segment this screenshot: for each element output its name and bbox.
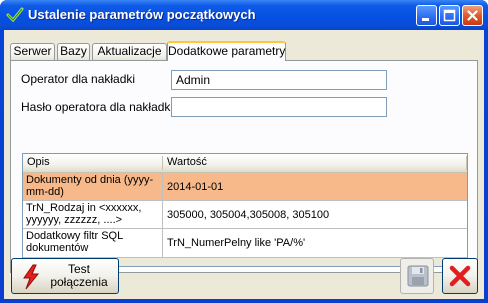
close-button[interactable]: [462, 5, 483, 26]
close-icon: [467, 10, 478, 21]
window-title: Ustalenie parametrów początkowych: [28, 7, 256, 22]
grid-cell-value[interactable]: TrN_NumerPelny like 'PA/%': [163, 229, 467, 257]
grid-cell-desc: Dokumenty od dnia (yyyy-mm-dd): [23, 173, 163, 200]
grid-row[interactable]: Dokumenty od dnia (yyyy-mm-dd) 2014-01-0…: [23, 173, 467, 201]
cancel-x-icon: [449, 265, 471, 287]
cancel-button[interactable]: [442, 258, 478, 294]
app-icon: [6, 7, 24, 23]
column-separator: [466, 156, 467, 170]
dialog-window: Ustalenie parametrów początkowych Serwer…: [0, 0, 488, 303]
parameters-grid: Opis Wartość Dokumenty od dnia (yyyy-mm-…: [22, 153, 468, 267]
grid-cell-value[interactable]: 305000, 305004,305008, 305100: [163, 201, 467, 228]
tab-panel-dodatkowe-parametry: Operator dla nakładki Admin Hasło operat…: [10, 60, 478, 273]
column-header-opis[interactable]: Opis: [27, 156, 50, 168]
minimize-button[interactable]: [416, 5, 437, 26]
dialog-client-area: Serwer Bazy Aktualizacje Dodatkowe param…: [4, 30, 484, 299]
title-bar[interactable]: Ustalenie parametrów początkowych: [0, 0, 488, 30]
grid-row[interactable]: TrN_Rodzaj in <xxxxxx, yyyyyy, zzzzzz, .…: [23, 201, 467, 229]
floppy-disk-icon: [407, 265, 429, 287]
grid-row[interactable]: Dodatkowy filtr SQL dokumentów TrN_Numer…: [23, 229, 467, 258]
grid-cell-value[interactable]: 2014-01-01: [163, 173, 467, 200]
operator-input[interactable]: Admin: [171, 70, 387, 90]
save-button[interactable]: [400, 258, 434, 294]
tab-aktualizacje[interactable]: Aktualizacje: [92, 43, 167, 60]
maximize-button[interactable]: [439, 5, 460, 26]
column-separator: [162, 156, 163, 170]
tab-dodatkowe-parametry[interactable]: Dodatkowe parametry: [167, 41, 286, 61]
operator-label: Operator dla nakładki: [21, 72, 136, 86]
test-connection-line1: Test: [67, 262, 90, 276]
password-label: Hasło operatora dla nakładki: [21, 100, 174, 114]
test-connection-button[interactable]: Test połączenia: [11, 258, 119, 294]
password-input[interactable]: [171, 97, 387, 117]
column-header-wartosc[interactable]: Wartość: [167, 156, 207, 168]
minimize-icon: [422, 18, 429, 21]
grid-header: Opis Wartość: [23, 154, 467, 173]
tab-bazy[interactable]: Bazy: [57, 43, 90, 60]
grid-cell-desc: TrN_Rodzaj in <xxxxxx, yyyyyy, zzzzzz, .…: [23, 201, 163, 228]
tab-serwer[interactable]: Serwer: [10, 43, 55, 60]
test-connection-line2: połączenia: [50, 275, 108, 289]
lightning-icon: [23, 264, 40, 290]
maximize-icon: [443, 9, 456, 22]
test-connection-label: Test połączenia: [42, 263, 116, 289]
grid-cell-desc: Dodatkowy filtr SQL dokumentów: [23, 229, 163, 257]
